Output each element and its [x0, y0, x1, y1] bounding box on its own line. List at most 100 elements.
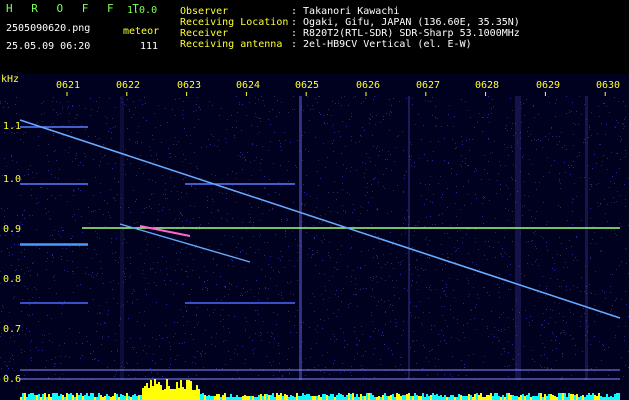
noise-pixel	[430, 176, 431, 177]
noise-pixel	[198, 106, 199, 107]
amplitude-bar	[80, 393, 82, 400]
noise-pixel	[250, 217, 251, 218]
noise-pixel	[386, 168, 387, 169]
noise-pixel	[538, 139, 539, 140]
noise-pixel	[310, 196, 311, 197]
noise-pixel	[522, 215, 523, 216]
noise-pixel	[79, 105, 80, 106]
noise-pixel	[361, 356, 362, 357]
noise-pixel	[320, 215, 321, 216]
y-axis-unit: kHz	[1, 74, 20, 85]
noise-pixel	[190, 173, 191, 174]
noise-pixel	[524, 115, 525, 116]
noise-pixel	[55, 177, 56, 178]
noise-pixel	[411, 315, 412, 316]
noise-pixel	[319, 96, 320, 97]
noise-pixel	[222, 309, 223, 310]
noise-pixel	[88, 311, 89, 312]
noise-pixel	[390, 304, 391, 305]
noise-pixel	[142, 104, 143, 105]
noise-pixel	[221, 108, 222, 109]
noise-pixel	[234, 353, 235, 354]
noise-pixel	[398, 262, 399, 263]
noise-pixel	[200, 353, 201, 354]
noise-pixel	[13, 298, 14, 299]
noise-pixel	[68, 152, 69, 153]
amplitude-bar	[342, 395, 344, 400]
noise-pixel	[603, 155, 604, 156]
noise-pixel	[404, 288, 405, 289]
noise-pixel	[24, 375, 25, 376]
noise-pixel	[473, 354, 474, 355]
noise-pixel	[601, 237, 602, 238]
noise-pixel	[22, 214, 23, 215]
noise-pixel	[613, 197, 614, 198]
noise-pixel	[468, 229, 469, 230]
noise-pixel	[125, 174, 126, 175]
noise-pixel	[151, 155, 152, 156]
noise-pixel	[448, 257, 449, 258]
amplitude-bar	[48, 394, 50, 400]
amplitude-bar	[308, 394, 310, 400]
noise-pixel	[442, 269, 443, 270]
noise-pixel	[30, 270, 31, 271]
noise-pixel	[228, 328, 229, 329]
noise-pixel	[245, 329, 246, 330]
noise-pixel	[175, 99, 176, 100]
noise-pixel	[105, 145, 106, 146]
noise-pixel	[313, 109, 314, 110]
noise-pixel	[367, 183, 368, 184]
noise-pixel	[4, 361, 5, 362]
noise-pixel	[62, 125, 63, 126]
noise-pixel	[24, 218, 25, 219]
noise-pixel	[273, 312, 274, 313]
noise-pixel	[343, 332, 344, 333]
noise-pixel	[385, 264, 386, 265]
noise-pixel	[522, 206, 523, 207]
noise-pixel	[400, 364, 401, 365]
noise-pixel	[372, 135, 373, 136]
amplitude-bar	[494, 393, 496, 400]
noise-pixel	[333, 151, 334, 152]
noise-pixel	[573, 199, 574, 200]
noise-pixel	[270, 278, 271, 279]
amplitude-bar	[564, 393, 566, 400]
noise-pixel	[385, 280, 386, 281]
noise-pixel	[220, 276, 221, 277]
amplitude-bar	[412, 396, 414, 400]
noise-pixel	[303, 184, 304, 185]
noise-pixel	[469, 150, 470, 151]
noise-pixel	[427, 244, 428, 245]
amplitude-bar	[184, 389, 186, 400]
noise-pixel	[490, 153, 491, 154]
amplitude-bar	[126, 393, 128, 400]
noise-pixel	[325, 367, 326, 368]
noise-pixel	[98, 107, 99, 108]
noise-pixel	[411, 165, 412, 166]
noise-pixel	[438, 141, 439, 142]
noise-pixel	[394, 161, 395, 162]
noise-pixel	[116, 238, 117, 239]
noise-pixel	[239, 104, 240, 105]
noise-pixel	[554, 302, 555, 303]
noise-pixel	[563, 320, 564, 321]
noise-pixel	[337, 212, 338, 213]
noise-pixel	[429, 289, 430, 290]
noise-pixel	[272, 109, 273, 110]
noise-pixel	[173, 144, 174, 145]
noise-pixel	[137, 299, 138, 300]
noise-pixel	[162, 256, 163, 257]
noise-pixel	[258, 375, 259, 376]
noise-pixel	[336, 262, 337, 263]
noise-pixel	[545, 290, 546, 291]
noise-pixel	[218, 140, 219, 141]
noise-pixel	[265, 188, 266, 189]
noise-pixel	[46, 261, 47, 262]
noise-pixel	[245, 292, 246, 293]
amplitude-bar	[272, 393, 274, 400]
noise-pixel	[563, 267, 564, 268]
noise-pixel	[182, 114, 183, 115]
noise-pixel	[482, 117, 483, 118]
noise-pixel	[512, 151, 513, 152]
noise-pixel	[376, 115, 377, 116]
